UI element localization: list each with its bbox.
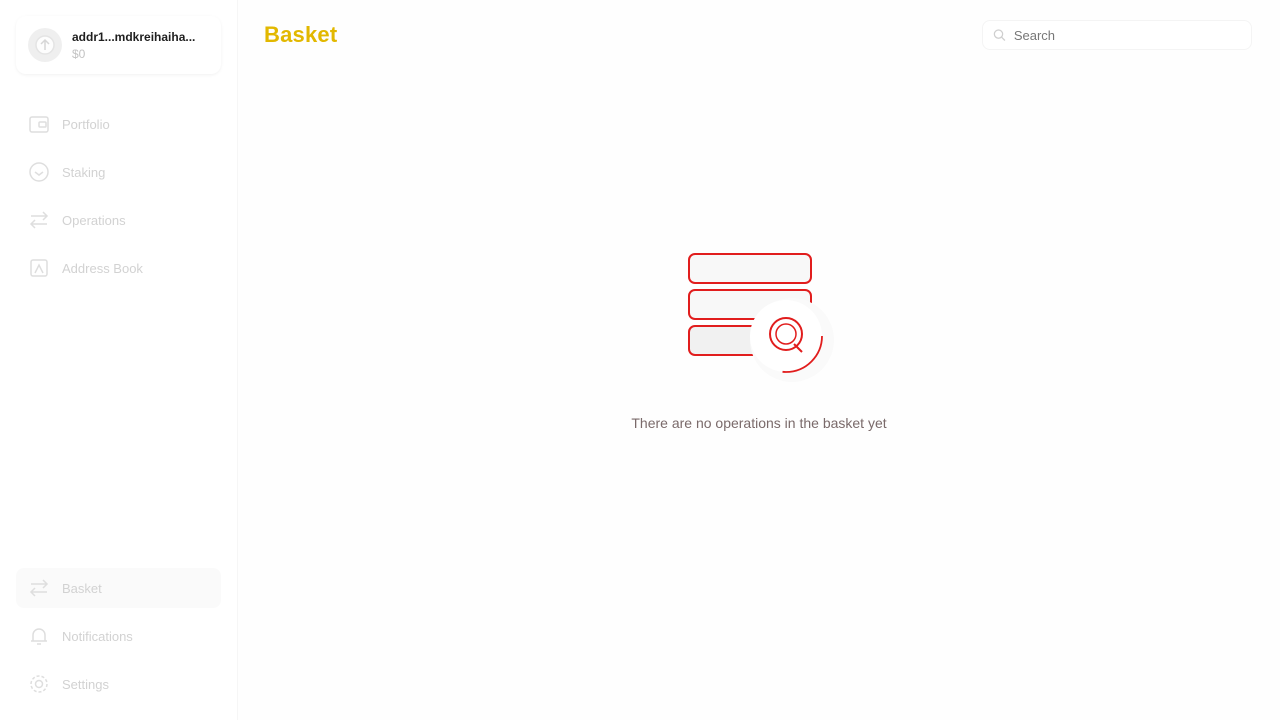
- nav-item-address-book[interactable]: Address Book: [16, 248, 221, 288]
- nav-item-staking[interactable]: Staking: [16, 152, 221, 192]
- operations-icon: [28, 209, 50, 231]
- bottom-nav: Basket Notifications Settings: [16, 568, 221, 704]
- app-root: addr1...mdkreihaiha... $0 Portfolio Stak…: [0, 0, 1280, 720]
- empty-state-message: There are no operations in the basket ye…: [631, 415, 887, 431]
- sidebar: addr1...mdkreihaiha... $0 Portfolio Stak…: [0, 0, 238, 720]
- gear-icon: [28, 673, 50, 695]
- nav-item-label: Address Book: [62, 260, 143, 276]
- staking-icon: [28, 161, 50, 183]
- nav-item-label: Settings: [62, 676, 109, 692]
- nav-item-portfolio[interactable]: Portfolio: [16, 104, 221, 144]
- nav-item-label: Operations: [62, 212, 126, 228]
- nav-item-notifications[interactable]: Notifications: [16, 616, 221, 656]
- main-nav: Portfolio Staking Operations Address Boo…: [16, 104, 221, 288]
- wallet-avatar: [28, 28, 62, 62]
- wallet-card[interactable]: addr1...mdkreihaiha... $0: [16, 16, 221, 74]
- search-icon: [993, 29, 1006, 41]
- empty-state: There are no operations in the basket ye…: [238, 250, 1280, 431]
- nav-item-label: Basket: [62, 580, 102, 596]
- wallet-balance: $0: [72, 46, 86, 61]
- nav-item-basket[interactable]: Basket: [16, 568, 221, 608]
- address-book-icon: [28, 257, 50, 279]
- search-input[interactable]: [1013, 27, 1241, 43]
- wallet-address: addr1...mdkreihaiha...: [72, 29, 196, 44]
- nav-item-label: Portfolio: [62, 116, 110, 132]
- nav-item-settings[interactable]: Settings: [16, 664, 221, 704]
- page-title: Basket: [264, 22, 338, 47]
- wallet-info: addr1...mdkreihaiha... $0: [72, 30, 195, 61]
- wallet-logo-icon: [35, 35, 55, 55]
- nav-item-label: Notifications: [62, 628, 133, 644]
- search-box[interactable]: [982, 20, 1252, 50]
- empty-basket-illustration: [688, 253, 834, 382]
- portfolio-icon: [28, 113, 50, 135]
- main-content: Basket There are no operations in: [238, 0, 1280, 720]
- topbar: Basket: [238, 0, 1280, 70]
- bell-icon: [28, 625, 50, 647]
- basket-icon: [28, 577, 50, 599]
- nav-item-operations[interactable]: Operations: [16, 200, 221, 240]
- nav-item-label: Staking: [62, 164, 106, 180]
